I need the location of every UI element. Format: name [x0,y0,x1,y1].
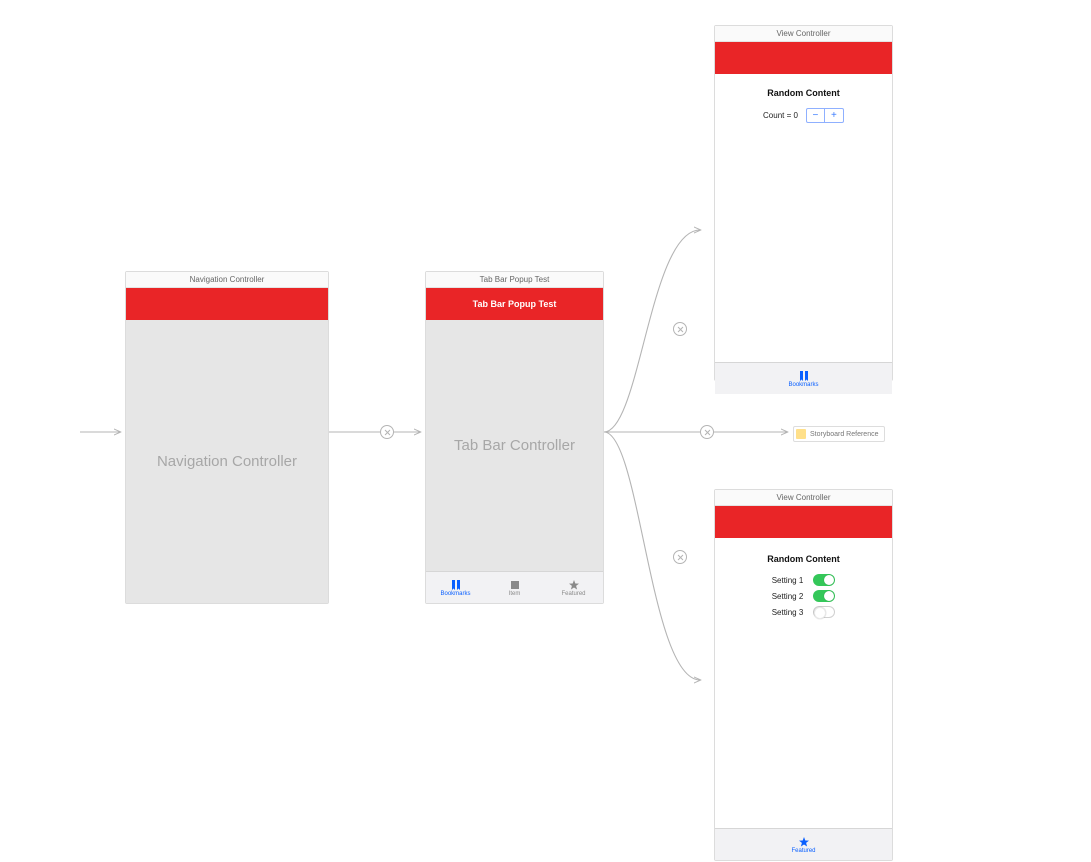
tab-bar: Bookmarks [715,362,892,394]
scene-navigation-controller[interactable]: Navigation Controller Navigation Control… [125,271,329,604]
stepper-plus[interactable]: + [825,109,843,122]
scene-view-controller-bottom[interactable]: View Controller Random Content Setting 1… [714,489,893,861]
storyboard-reference[interactable]: Storyboard Reference [793,426,885,442]
scene-title: View Controller [715,26,892,42]
content-heading: Random Content [715,88,892,98]
navigation-bar [715,506,892,538]
setting-label: Setting 3 [772,608,804,617]
storyboard-reference-icon [796,429,806,439]
storyboard-reference-label: Storyboard Reference [810,431,878,438]
tab-label: Item [509,591,521,597]
tab-label: Bookmarks [440,591,470,597]
switch-setting-3[interactable] [813,606,835,618]
tab-bookmarks[interactable]: Bookmarks [426,572,485,603]
scene-view-controller-top[interactable]: View Controller Random Content Count = 0… [714,25,893,381]
tab-bar: Featured [715,828,892,860]
tab-bookmarks[interactable]: Bookmarks [715,363,892,394]
stepper-minus[interactable]: − [807,109,825,122]
tab-featured[interactable]: Featured [715,829,892,860]
placeholder-label: Tab Bar Controller [426,320,603,571]
navigation-bar [715,42,892,74]
navigation-bar-title: Tab Bar Popup Test [426,288,603,320]
bookmark-icon [797,370,811,382]
scene-title: Navigation Controller [126,272,328,288]
switch-setting-2[interactable] [813,590,835,602]
scene-title: Tab Bar Popup Test [426,272,603,288]
stepper[interactable]: − + [806,108,844,123]
navigation-bar: Tab Bar Popup Test [426,288,603,320]
setting-label: Setting 1 [772,576,804,585]
placeholder-label: Navigation Controller [126,320,328,603]
content-heading: Random Content [715,554,892,564]
tab-label: Featured [791,848,815,854]
tab-label: Featured [561,591,585,597]
tab-label: Bookmarks [788,382,818,388]
star-icon [567,579,581,591]
scene-title: View Controller [715,490,892,506]
star-icon [797,836,811,848]
segue-badge [700,425,714,439]
tab-bar: Bookmarks Item Featured [426,571,603,603]
count-label: Count = 0 [763,111,798,120]
setting-label: Setting 2 [772,592,804,601]
segue-badge [380,425,394,439]
square-icon [508,579,522,591]
scene-tab-bar-controller[interactable]: Tab Bar Popup Test Tab Bar Popup Test Ta… [425,271,604,604]
setting-row: Setting 1 [715,574,892,586]
bookmark-icon [449,579,463,591]
navigation-bar [126,288,328,320]
segue-badge [673,550,687,564]
setting-row: Setting 2 [715,590,892,602]
segue-badge [673,322,687,336]
setting-row: Setting 3 [715,606,892,618]
tab-item[interactable]: Item [485,572,544,603]
switch-setting-1[interactable] [813,574,835,586]
tab-featured[interactable]: Featured [544,572,603,603]
